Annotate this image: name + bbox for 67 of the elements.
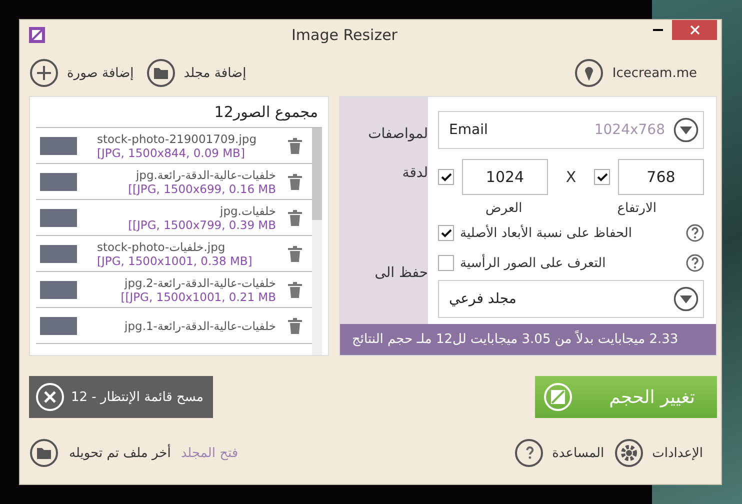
brand-link[interactable]: Icecream.me — [574, 58, 697, 88]
photo-placeholder — [40, 280, 77, 298]
trash-icon[interactable] — [288, 282, 302, 298]
option-label: الحفاظ على نسبة الأبعاد الأصلية — [460, 226, 633, 240]
trash-icon[interactable] — [288, 318, 302, 334]
trash-icon[interactable] — [288, 210, 302, 226]
help-icon[interactable] — [514, 438, 544, 468]
trash-icon[interactable] — [288, 174, 302, 190]
minimize-icon — [653, 28, 663, 32]
resolution-label: لدقة — [402, 164, 428, 183]
resize-icon[interactable] — [543, 382, 573, 412]
close-icon — [690, 25, 700, 35]
profile-label: لمواصفات — [368, 125, 428, 144]
last-file-label: أخر ملف تم تحويله — [69, 446, 171, 460]
add-folder-button[interactable]: إضافة مجلد — [146, 58, 246, 88]
checkbox[interactable] — [438, 169, 454, 185]
photo-placeholder — [40, 208, 77, 226]
width-field[interactable]: 1024 — [462, 159, 548, 195]
folder-icon[interactable] — [146, 58, 176, 88]
profile-dropdown[interactable]: Email 1024x768 — [438, 111, 704, 149]
file-info: [[JPG, 1500x699, 0.16 MB — [127, 182, 276, 196]
photo-placeholder — [40, 136, 77, 154]
help-icon[interactable] — [686, 224, 704, 242]
save-dropdown[interactable]: مجلد فرعي — [438, 280, 704, 318]
file-info: [[JPG, 1500x799, 0.39 MB — [127, 218, 276, 232]
file-name: stock-photo-219001709.jpg — [97, 132, 258, 146]
close-button[interactable] — [672, 20, 717, 40]
app-icon — [29, 27, 45, 43]
file-info: [JPG, 1500x1001, 0.38 MB] — [97, 254, 254, 268]
help-button[interactable]: المساعدة — [514, 438, 604, 468]
separator: X — [564, 168, 578, 186]
photo-placeholder — [40, 316, 77, 334]
photo-placeholder — [40, 172, 77, 190]
clear-queue-button[interactable]: مسح قائمة الإنتظار - 12 — [29, 376, 213, 418]
file-name: خلفيات-عالية-الدقة-رائعة-1.jpg — [123, 318, 276, 332]
width-label: العرض — [486, 201, 522, 216]
gear-icon[interactable] — [614, 438, 644, 468]
option-label: التعرف على الصور الرأسية — [460, 256, 607, 270]
scrollbar[interactable] — [312, 128, 322, 355]
settings-button[interactable]: الإعدادات — [614, 438, 703, 468]
caret-icon[interactable] — [673, 286, 699, 312]
close-icon[interactable] — [35, 382, 65, 412]
file-row[interactable]: خلفيات-عالية-الدقة-رائعة-1.jpg — [36, 308, 312, 344]
file-row[interactable]: stock-photo-219001709.jpg [JPG, 1500x844, 0.09 MB] — [36, 128, 312, 164]
caret-icon[interactable] — [673, 117, 699, 143]
photo-placeholder — [40, 244, 77, 262]
save-label: حفظ الى — [374, 264, 428, 281]
checkbox[interactable] — [594, 169, 610, 185]
plus-icon[interactable] — [29, 58, 59, 88]
file-name: خلفيات-عالية-الدقة-رائعة.jpg — [134, 168, 276, 182]
trash-icon[interactable] — [288, 246, 302, 262]
height-field[interactable]: 768 — [618, 159, 704, 195]
checkbox[interactable] — [438, 225, 454, 241]
file-name: خلفيات-عالية-الدقة-رائعة-2.jpg — [123, 276, 276, 290]
folder-icon[interactable] — [29, 438, 59, 468]
list-title: مجموع الصور12 — [213, 103, 319, 123]
height-label: الارتفاع — [617, 201, 656, 216]
add-image-button[interactable]: إضافة صورة — [29, 58, 134, 88]
file-info: [[JPG, 1500x1001, 0.21 MB — [120, 290, 276, 304]
file-info: [JPG, 1500x844, 0.09 MB] — [97, 146, 246, 160]
checkbox[interactable] — [438, 255, 454, 271]
summary-bar: 2.33 ميجابايت بدلاً من 3.05 ميجابايت لل12 ملـ حجم النتائج — [340, 324, 716, 355]
window-title: Image Resizer — [290, 26, 398, 44]
file-name: خلفيات.jpg — [218, 204, 276, 218]
trash-icon[interactable] — [288, 138, 302, 154]
help-icon[interactable] — [686, 254, 704, 272]
file-name: stock-photo-خلفيات.jpg — [97, 240, 226, 254]
